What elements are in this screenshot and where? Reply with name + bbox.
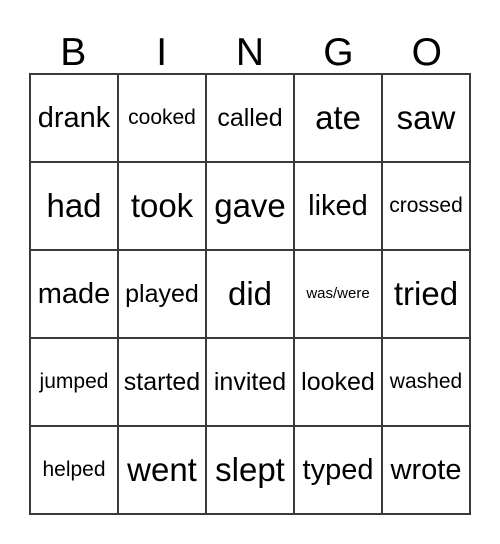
bingo-header-letter-n: N — [235, 31, 265, 74]
bingo-cell-label: saw — [396, 98, 456, 136]
bingo-cell-label: tried — [393, 274, 459, 312]
bingo-cell-label: washed — [389, 369, 463, 393]
bingo-cell[interactable]: typed — [295, 427, 383, 515]
bingo-cell-label: crossed — [389, 193, 463, 217]
bingo-header-letter-g: G — [323, 31, 354, 74]
bingo-cell-label: jumped — [39, 369, 109, 393]
bingo-cell[interactable]: washed — [383, 339, 471, 427]
bingo-row: made played did was/were tried — [31, 251, 471, 339]
bingo-cell-label: slept — [215, 450, 285, 488]
bingo-cell[interactable]: saw — [383, 75, 471, 163]
bingo-header-letter-o: O — [411, 31, 442, 74]
bingo-cell[interactable]: called — [207, 75, 295, 163]
bingo-cell-label: did — [227, 274, 273, 312]
bingo-cell[interactable]: drank — [31, 75, 119, 163]
bingo-header-row: B I N G O — [29, 26, 471, 73]
bingo-grid: drank cooked called ate saw had took gav… — [29, 73, 471, 515]
bingo-header-letter-i: I — [156, 31, 168, 74]
bingo-row: jumped started invited looked washed — [31, 339, 471, 427]
bingo-cell[interactable]: started — [119, 339, 207, 427]
bingo-cell-label: ate — [315, 98, 361, 136]
bingo-cell-label: took — [130, 186, 194, 224]
bingo-cell[interactable]: gave — [207, 163, 295, 251]
bingo-cell-label: liked — [308, 189, 368, 222]
bingo-cell[interactable]: made — [31, 251, 119, 339]
bingo-cell-label: invited — [213, 367, 287, 396]
bingo-cell[interactable]: played — [119, 251, 207, 339]
bingo-cell-label: made — [37, 277, 111, 310]
bingo-cell[interactable]: helped — [31, 427, 119, 515]
bingo-cell-label: went — [127, 450, 197, 488]
bingo-cell-label: looked — [301, 367, 375, 396]
bingo-cell-label: played — [125, 279, 199, 308]
bingo-cell[interactable]: tried — [383, 251, 471, 339]
bingo-cell[interactable]: looked — [295, 339, 383, 427]
bingo-row: helped went slept typed wrote — [31, 427, 471, 515]
bingo-cell[interactable]: crossed — [383, 163, 471, 251]
bingo-cell[interactable]: was/were — [295, 251, 383, 339]
bingo-cell[interactable]: cooked — [119, 75, 207, 163]
bingo-cell-label: started — [123, 367, 201, 396]
bingo-cell[interactable]: invited — [207, 339, 295, 427]
bingo-cell-label: called — [217, 103, 283, 132]
bingo-header-letter-b: B — [60, 31, 87, 74]
bingo-cell[interactable]: ate — [295, 75, 383, 163]
bingo-cell-label: gave — [214, 186, 286, 224]
bingo-cell[interactable]: liked — [295, 163, 383, 251]
bingo-cell[interactable]: did — [207, 251, 295, 339]
bingo-cell[interactable]: wrote — [383, 427, 471, 515]
bingo-cell-label: typed — [302, 453, 374, 486]
bingo-cell[interactable]: had — [31, 163, 119, 251]
bingo-cell-label: helped — [42, 457, 106, 481]
bingo-cell-label: was/were — [306, 285, 370, 303]
bingo-row: had took gave liked crossed — [31, 163, 471, 251]
bingo-cell[interactable]: took — [119, 163, 207, 251]
bingo-cell-label: drank — [37, 101, 111, 134]
bingo-cell[interactable]: jumped — [31, 339, 119, 427]
bingo-cell[interactable]: slept — [207, 427, 295, 515]
bingo-cell-label: had — [46, 186, 102, 224]
bingo-card: B I N G O drank cooked called ate saw ha… — [29, 26, 471, 515]
bingo-cell-label: wrote — [390, 453, 462, 486]
bingo-cell-label: cooked — [128, 105, 196, 129]
bingo-cell[interactable]: went — [119, 427, 207, 515]
bingo-row: drank cooked called ate saw — [31, 75, 471, 163]
